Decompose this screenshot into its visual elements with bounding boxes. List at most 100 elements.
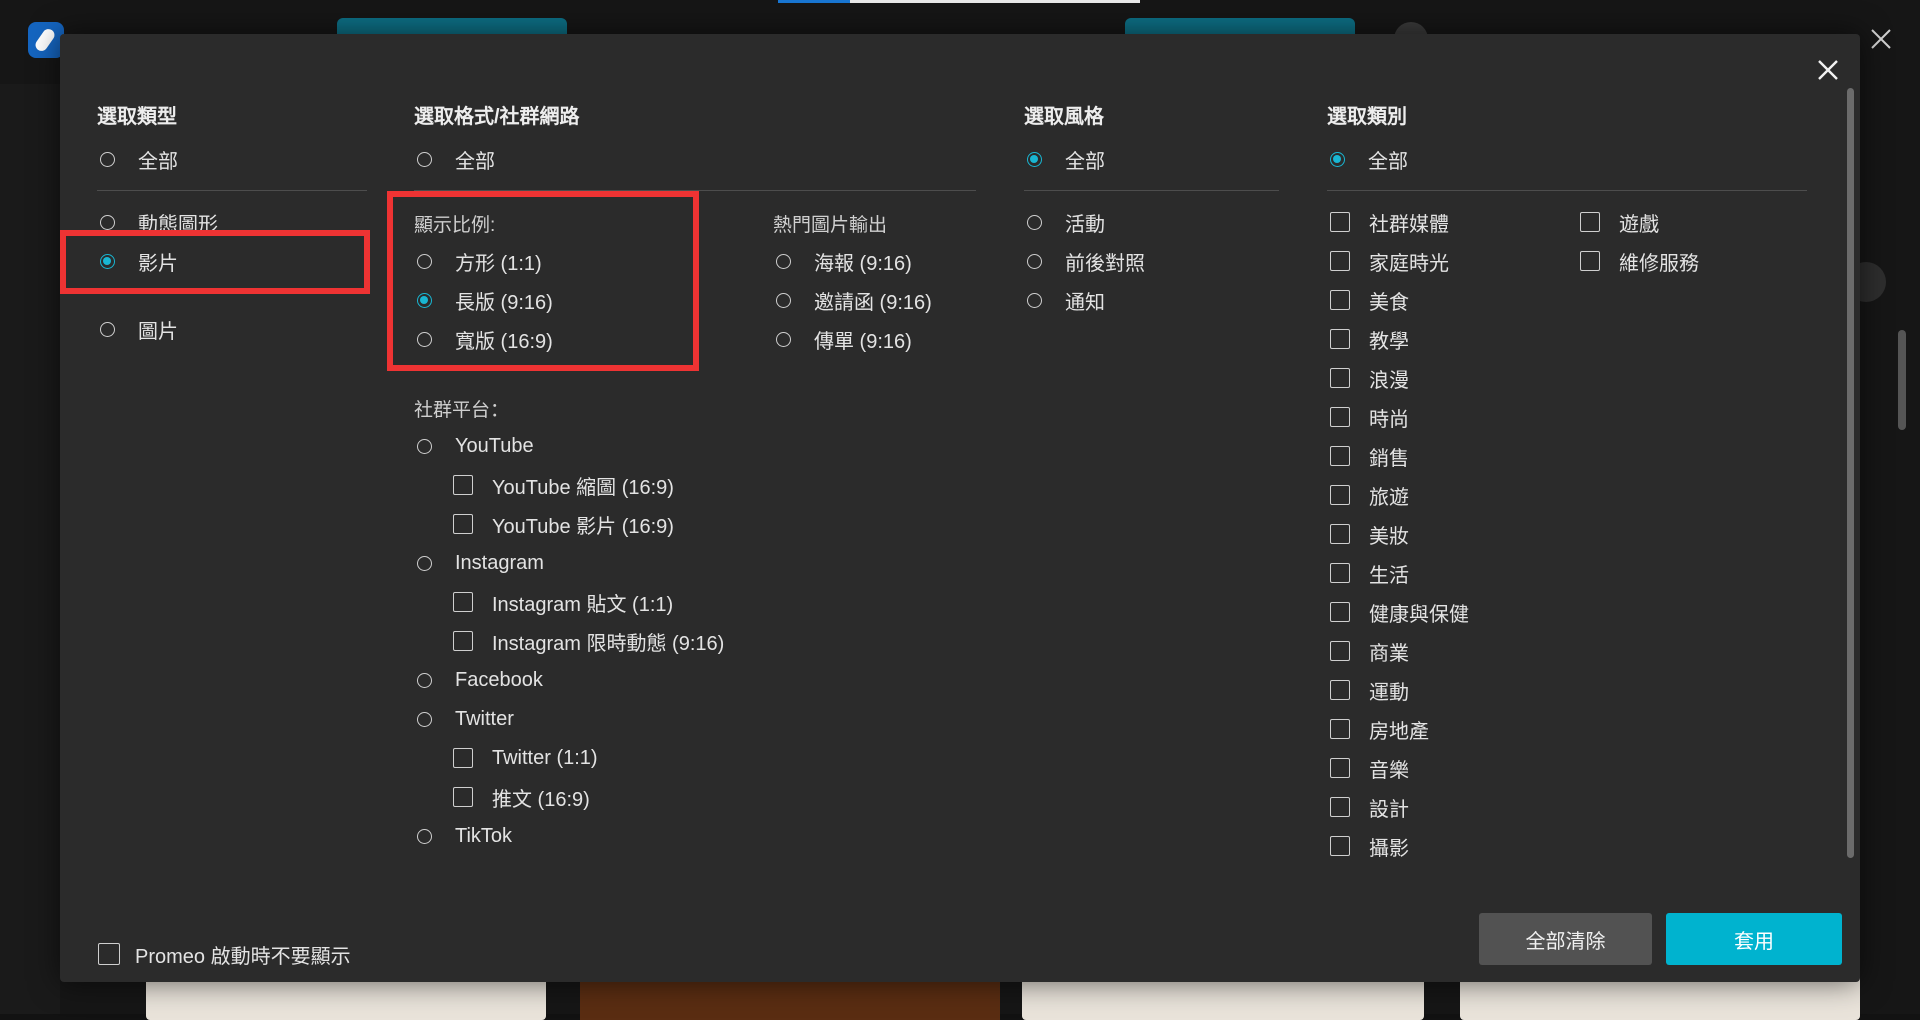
bg-scrollbar xyxy=(1898,330,1906,430)
category-checkbox[interactable]: 音樂 xyxy=(1330,754,1409,782)
category-checkbox[interactable]: 遊戲 xyxy=(1580,208,1659,236)
category-checkbox[interactable]: 健康與保健 xyxy=(1330,598,1469,626)
social-option-youtube[interactable]: YouTube xyxy=(417,432,534,460)
category-checkbox[interactable]: 教學 xyxy=(1330,325,1409,353)
checkbox-icon xyxy=(1330,212,1350,232)
youtube-video-checkbox[interactable]: YouTube 影片 (16:9) xyxy=(453,510,674,538)
checkbox-icon xyxy=(1580,251,1600,271)
style-option-all[interactable]: 全部 xyxy=(1027,145,1105,173)
format-section-title: 選取格式/社群網路 xyxy=(414,106,580,128)
checkbox-icon xyxy=(453,592,473,612)
style-option-before-after[interactable]: 前後對照 xyxy=(1027,247,1145,275)
category-checkbox[interactable]: 家庭時光 xyxy=(1330,247,1449,275)
radio-icon xyxy=(776,292,791,308)
divider xyxy=(414,190,976,191)
radio-selected-icon xyxy=(417,292,432,308)
checkbox-icon xyxy=(1330,329,1350,349)
checkbox-icon xyxy=(1330,641,1350,661)
category-checkbox[interactable]: 攝影 xyxy=(1330,832,1409,860)
popular-option-flyer[interactable]: 傳單 (9:16) xyxy=(776,325,912,353)
radio-icon xyxy=(776,331,791,347)
window-close-icon[interactable] xyxy=(1866,24,1896,54)
checkbox-icon xyxy=(453,787,473,807)
category-checkbox[interactable]: 旅遊 xyxy=(1330,481,1409,509)
clear-all-button[interactable]: 全部清除 xyxy=(1479,913,1652,965)
type-option-all[interactable]: 全部 xyxy=(100,145,178,173)
dialog-scrollbar[interactable] xyxy=(1847,88,1854,858)
app-logo-icon xyxy=(28,22,64,58)
radio-icon xyxy=(417,438,432,454)
checkbox-icon xyxy=(1330,602,1350,622)
social-option-twitter[interactable]: Twitter xyxy=(417,705,514,733)
radio-icon xyxy=(417,331,432,347)
checkbox-icon xyxy=(1330,290,1350,310)
popular-option-poster[interactable]: 海報 (9:16) xyxy=(776,247,912,275)
checkbox-icon xyxy=(453,748,473,768)
radio-icon xyxy=(1027,292,1042,308)
radio-selected-icon xyxy=(100,253,115,269)
radio-icon xyxy=(417,151,432,167)
category-checkbox[interactable]: 美食 xyxy=(1330,286,1409,314)
category-checkbox[interactable]: 房地產 xyxy=(1330,715,1429,743)
radio-icon xyxy=(417,253,432,269)
social-option-instagram[interactable]: Instagram xyxy=(417,549,544,577)
radio-selected-icon xyxy=(1330,151,1345,167)
youtube-thumbnail-checkbox[interactable]: YouTube 縮圖 (16:9) xyxy=(453,471,674,499)
type-option-video[interactable]: 影片 xyxy=(100,247,178,275)
dont-show-on-launch-checkbox[interactable]: Promeo 啟動時不要顯示 xyxy=(98,940,351,968)
checkbox-icon xyxy=(1580,212,1600,232)
radio-selected-icon xyxy=(1027,151,1042,167)
type-option-motion-graphics[interactable]: 動態圖形 xyxy=(100,208,218,236)
category-checkbox[interactable]: 時尚 xyxy=(1330,403,1409,431)
checkbox-icon xyxy=(1330,719,1350,739)
apply-button[interactable]: 套用 xyxy=(1666,913,1842,965)
radio-icon xyxy=(1027,214,1042,230)
popular-option-invitation[interactable]: 邀請函 (9:16) xyxy=(776,286,932,314)
loading-progress-bar xyxy=(778,0,1140,3)
format-option-all[interactable]: 全部 xyxy=(417,145,495,173)
category-checkbox[interactable]: 設計 xyxy=(1330,793,1409,821)
category-checkbox[interactable]: 社群媒體 xyxy=(1330,208,1449,236)
category-checkbox[interactable]: 維修服務 xyxy=(1580,247,1699,275)
divider xyxy=(1327,190,1807,191)
category-checkbox[interactable]: 銷售 xyxy=(1330,442,1409,470)
divider xyxy=(97,190,367,191)
style-option-event[interactable]: 活動 xyxy=(1027,208,1105,236)
ratio-option-square[interactable]: 方形 (1:1) xyxy=(417,247,542,275)
type-section-title: 選取類型 xyxy=(97,106,177,128)
checkbox-icon xyxy=(1330,680,1350,700)
checkbox-icon xyxy=(98,943,120,965)
ratio-option-landscape[interactable]: 寬版 (16:9) xyxy=(417,325,553,353)
ratio-label: 顯示比例: xyxy=(414,215,496,236)
category-section-title: 選取類別 xyxy=(1327,106,1407,128)
style-option-notice[interactable]: 通知 xyxy=(1027,286,1105,314)
radio-icon xyxy=(776,253,791,269)
instagram-story-checkbox[interactable]: Instagram 限時動態 (9:16) xyxy=(453,627,724,655)
ratio-option-portrait[interactable]: 長版 (9:16) xyxy=(417,286,553,314)
category-checkbox[interactable]: 運動 xyxy=(1330,676,1409,704)
category-checkbox[interactable]: 生活 xyxy=(1330,559,1409,587)
twitter-square-checkbox[interactable]: Twitter (1:1) xyxy=(453,744,598,772)
radio-icon xyxy=(417,711,432,727)
app-sidebar xyxy=(0,84,60,1014)
instagram-post-checkbox[interactable]: Instagram 貼文 (1:1) xyxy=(453,588,673,616)
checkbox-icon xyxy=(1330,368,1350,388)
checkbox-icon xyxy=(1330,797,1350,817)
dialog-close-icon[interactable] xyxy=(1812,54,1844,86)
category-checkbox[interactable]: 浪漫 xyxy=(1330,364,1409,392)
checkbox-icon xyxy=(1330,407,1350,427)
type-option-image[interactable]: 圖片 xyxy=(100,315,178,343)
radio-icon xyxy=(1027,253,1042,269)
radio-icon xyxy=(100,151,115,167)
twitter-tweet-checkbox[interactable]: 推文 (16:9) xyxy=(453,783,590,811)
social-option-tiktok[interactable]: TikTok xyxy=(417,822,512,850)
category-checkbox[interactable]: 商業 xyxy=(1330,637,1409,665)
checkbox-icon xyxy=(1330,836,1350,856)
checkbox-icon xyxy=(1330,485,1350,505)
checkbox-icon xyxy=(453,631,473,651)
social-option-facebook[interactable]: Facebook xyxy=(417,666,543,694)
radio-icon xyxy=(417,828,432,844)
style-section-title: 選取風格 xyxy=(1024,106,1104,128)
category-checkbox[interactable]: 美妝 xyxy=(1330,520,1409,548)
category-option-all[interactable]: 全部 xyxy=(1330,145,1408,173)
